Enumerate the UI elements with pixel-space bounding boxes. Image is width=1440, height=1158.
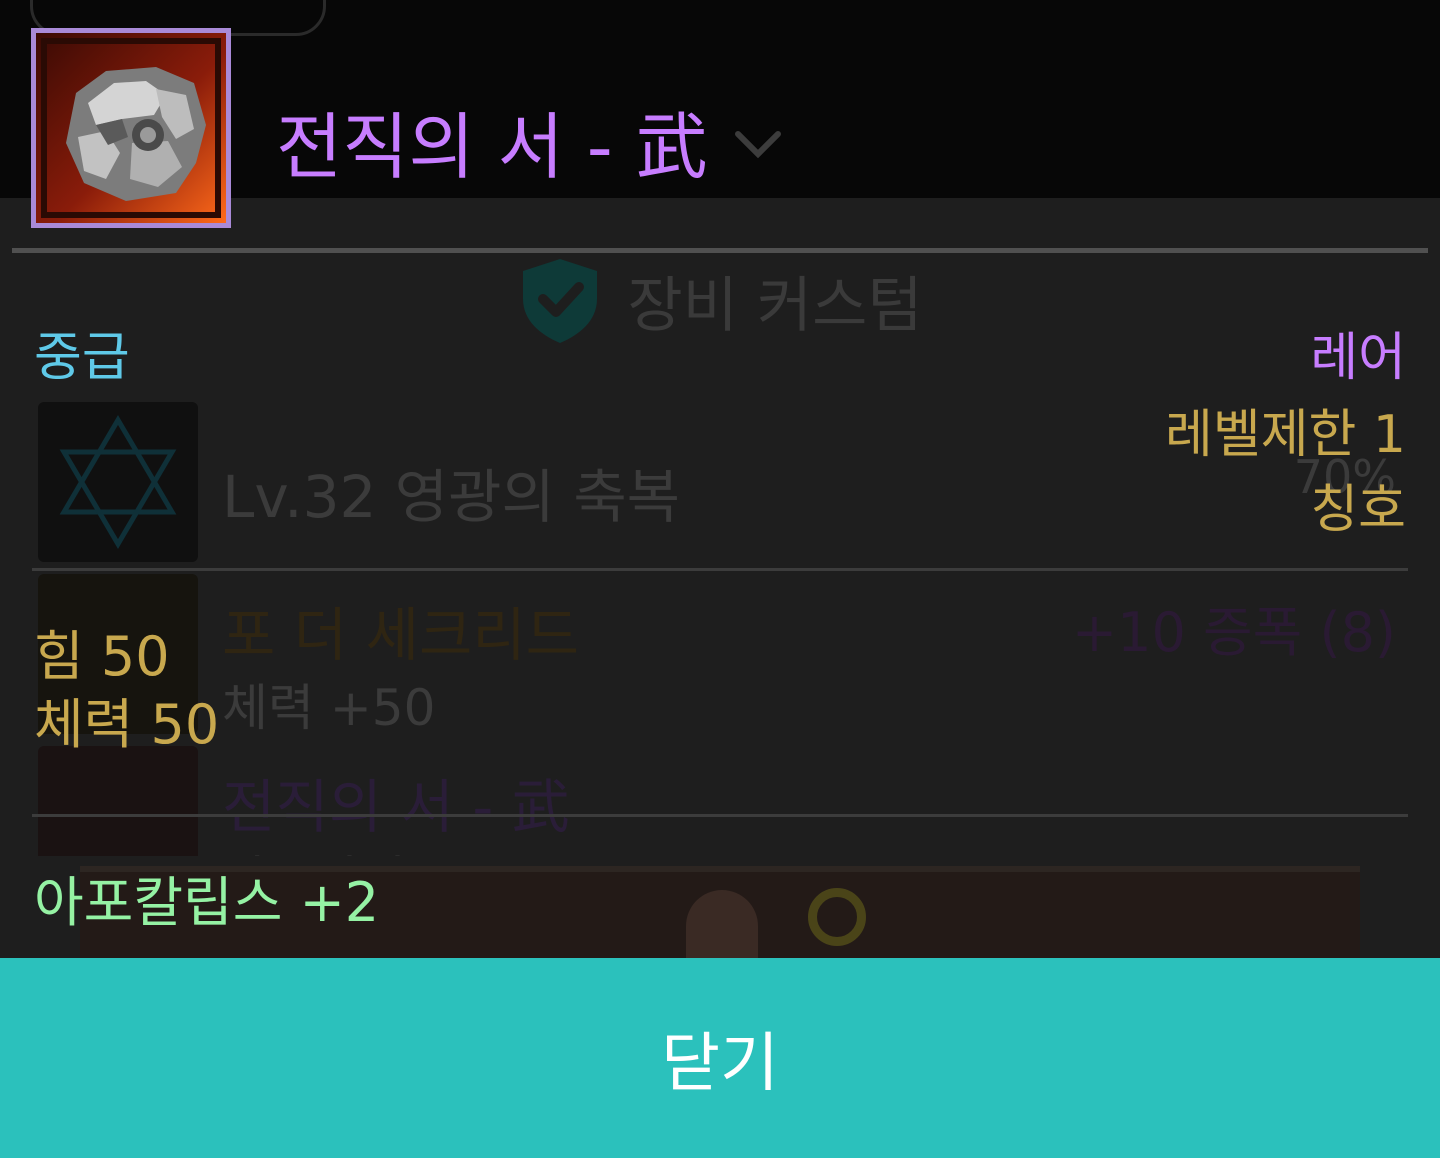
header-divider xyxy=(12,248,1428,253)
close-button-label: 닫기 xyxy=(661,1027,779,1099)
rock-item-icon xyxy=(36,33,226,223)
item-name-dropdown[interactable]: 전직의 서 - 武 xyxy=(276,88,782,193)
item-effect: 아포칼립스 +2 xyxy=(34,871,380,934)
item-stat: 체력 50 xyxy=(34,693,220,756)
item-name: 전직의 서 - 武 xyxy=(276,105,708,189)
item-category: 칭호 xyxy=(1310,480,1406,540)
item-rarity: 레어 xyxy=(1310,328,1406,388)
item-icon xyxy=(31,28,231,228)
item-grade: 중급 xyxy=(34,328,130,388)
item-level-limit: 레벨제한 1 xyxy=(1165,405,1406,465)
chevron-down-icon xyxy=(734,130,781,158)
close-button[interactable]: 닫기 xyxy=(0,958,1440,1158)
